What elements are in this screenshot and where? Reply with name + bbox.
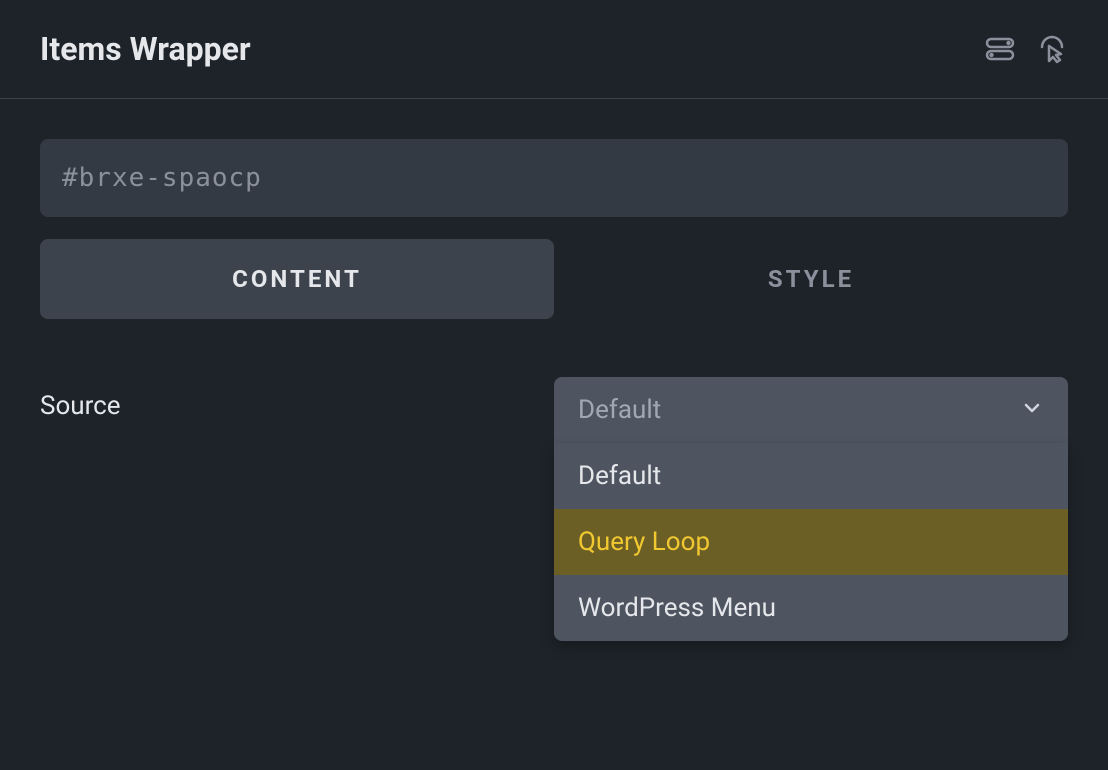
element-id-field[interactable]: #brxe-spaocp: [40, 139, 1068, 217]
tabs: CONTENT STYLE: [40, 239, 1068, 319]
page-title: Items Wrapper: [40, 30, 251, 68]
toggle-icon[interactable]: [984, 33, 1016, 65]
source-control: Source Default Default Query Loop WordPr…: [40, 377, 1068, 641]
source-option-default[interactable]: Default: [554, 443, 1068, 509]
interactions-icon[interactable]: [1036, 33, 1068, 65]
panel-header: Items Wrapper: [0, 0, 1108, 99]
source-dropdown-trigger[interactable]: Default: [554, 377, 1068, 443]
source-dropdown: Default Default Query Loop WordPress Men…: [554, 377, 1068, 641]
source-option-wordpress-menu[interactable]: WordPress Menu: [554, 575, 1068, 641]
panel-body: #brxe-spaocp CONTENT STYLE Source Defaul…: [0, 99, 1108, 681]
source-option-query-loop[interactable]: Query Loop: [554, 509, 1068, 575]
tab-style[interactable]: STYLE: [554, 239, 1068, 319]
source-label: Source: [40, 377, 554, 421]
header-actions: [984, 33, 1068, 65]
source-dropdown-value: Default: [578, 395, 661, 425]
source-dropdown-menu: Default Query Loop WordPress Menu: [554, 443, 1068, 641]
chevron-down-icon: [1020, 396, 1044, 424]
tab-content[interactable]: CONTENT: [40, 239, 554, 319]
